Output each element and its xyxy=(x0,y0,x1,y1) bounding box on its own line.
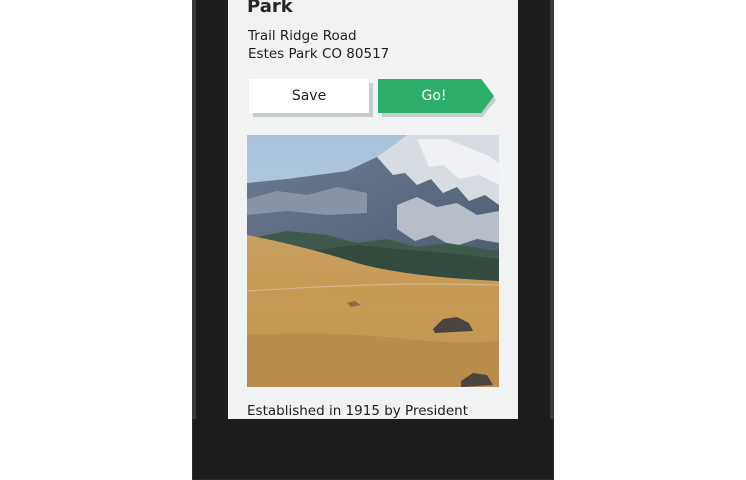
place-title: Park xyxy=(247,0,293,17)
phone-frame-edge-left xyxy=(192,0,196,419)
address-line-2: Estes Park CO 80517 xyxy=(248,46,390,62)
place-description: Established in 1915 by President xyxy=(247,403,469,419)
save-button-container: Save xyxy=(249,79,376,117)
address-line-1: Trail Ridge Road xyxy=(248,28,357,44)
save-button[interactable]: Save xyxy=(249,79,369,113)
phone-screen: Park Trail Ridge Road Estes Park CO 8051… xyxy=(228,0,518,419)
park-photo xyxy=(247,135,499,387)
go-button[interactable]: Go! xyxy=(378,79,494,113)
go-button-container: Go! xyxy=(378,79,500,117)
phone-frame-edge-right xyxy=(550,0,554,419)
